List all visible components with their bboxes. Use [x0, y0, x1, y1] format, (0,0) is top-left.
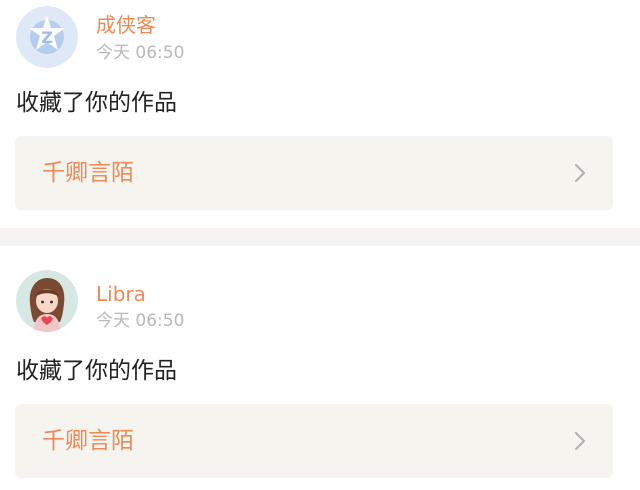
- notification-feed: Z 成侠客 今天 06:50 收藏了你的作品 千卿言陌 Libra 今天 06:…: [0, 0, 640, 490]
- work-link[interactable]: 千卿言陌: [15, 136, 613, 210]
- username[interactable]: Libra: [96, 282, 146, 306]
- action-text: 收藏了你的作品: [16, 358, 177, 384]
- user-avatar[interactable]: Z: [16, 6, 78, 68]
- work-title: 千卿言陌: [42, 160, 134, 186]
- cartoon-girl-avatar: [16, 270, 78, 332]
- work-link[interactable]: 千卿言陌: [15, 404, 613, 478]
- section-divider: [0, 228, 640, 246]
- timestamp: 今天 06:50: [96, 43, 185, 63]
- username[interactable]: 成侠客: [96, 13, 156, 37]
- notification-card: Libra 今天 06:50 收藏了你的作品 千卿言陌: [0, 246, 640, 490]
- action-text: 收藏了你的作品: [16, 90, 177, 116]
- chevron-right-icon: [574, 163, 586, 183]
- default-avatar-icon: Z: [16, 6, 78, 68]
- svg-text:Z: Z: [41, 28, 53, 47]
- notification-card: Z 成侠客 今天 06:50 收藏了你的作品 千卿言陌: [0, 0, 640, 228]
- timestamp: 今天 06:50: [96, 311, 185, 331]
- work-title: 千卿言陌: [42, 428, 134, 454]
- chevron-right-icon: [574, 431, 586, 451]
- user-avatar[interactable]: [16, 270, 78, 332]
